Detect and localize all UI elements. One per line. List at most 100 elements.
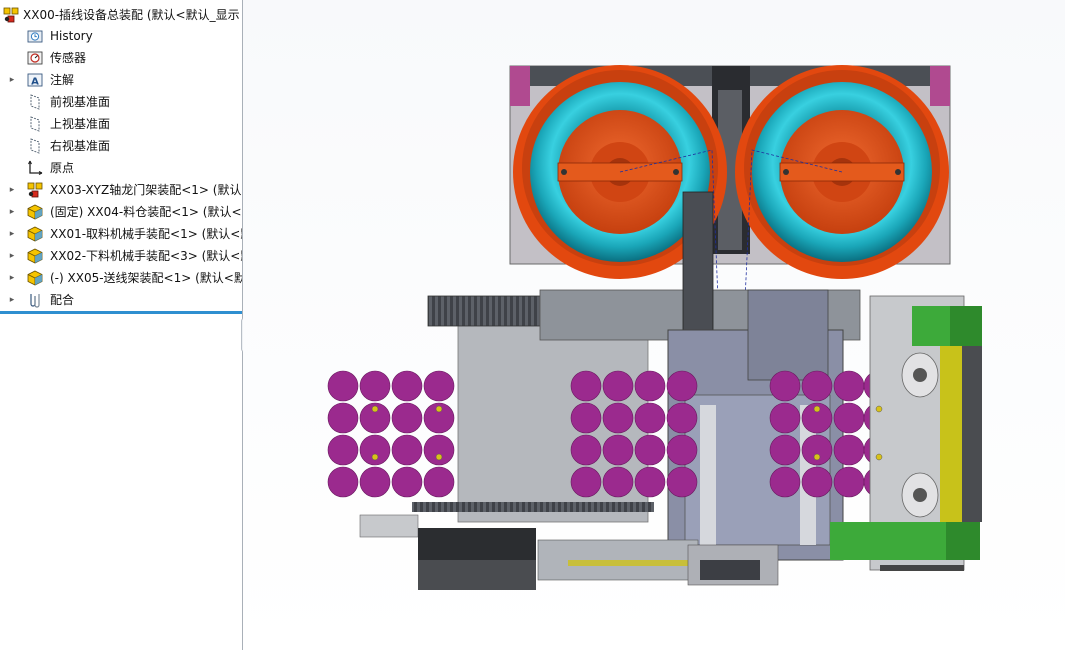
coil-roll (570, 370, 602, 402)
tree-item-label: (固定) XX04-料仓装配<1> (默认<默 (50, 205, 243, 219)
tree-item-xx04[interactable]: ▸ (固定) XX04-料仓装配<1> (默认<默 (0, 201, 242, 223)
coil-roll (666, 402, 698, 434)
tree-item-history[interactable]: History (0, 25, 242, 47)
coil-roll (666, 434, 698, 466)
coil-roll (570, 466, 602, 498)
coil-roll (327, 402, 359, 434)
coil-roll (769, 434, 801, 466)
coil-roll (801, 370, 833, 402)
graphics-viewport[interactable] (243, 0, 1065, 650)
tree-item-sensors[interactable]: 传感器 (0, 47, 242, 69)
tree-item-label: XX01-取料机械手装配<1> (默认<默 (50, 227, 243, 241)
coil-roll (391, 370, 423, 402)
coil-roll (359, 370, 391, 402)
coil-roll (634, 402, 666, 434)
subassembly-icon (27, 270, 43, 286)
coil-roll (391, 434, 423, 466)
coil-roll (602, 466, 634, 498)
subassembly-icon (27, 204, 43, 220)
history-folder-icon (27, 30, 43, 43)
coil-roll (391, 466, 423, 498)
coil-roll (634, 466, 666, 498)
coil-roll (602, 402, 634, 434)
coil-roll (570, 402, 602, 434)
expand-arrow-icon[interactable]: ▸ (7, 289, 17, 311)
annotation-icon: A (27, 73, 43, 88)
gripper-marker (813, 405, 821, 413)
coil-roll (769, 466, 801, 498)
tree-item-top-plane[interactable]: 上视基准面 (0, 113, 242, 135)
coil-roll (833, 370, 865, 402)
plane-icon (30, 94, 40, 110)
gripper-marker (435, 405, 443, 413)
gripper-marker (435, 453, 443, 461)
coil-roll (602, 370, 634, 402)
tree-root-label: XX00-插线设备总装配 (默认<默认_显示 (23, 8, 240, 22)
tree-item-label: 前视基准面 (50, 95, 111, 109)
gripper-marker (371, 453, 379, 461)
tree-item-label: 注解 (50, 73, 75, 87)
coil-roll (634, 370, 666, 402)
assembly-icon (27, 182, 43, 198)
coil-roll (666, 370, 698, 402)
tree-item-right-plane[interactable]: 右视基准面 (0, 135, 242, 157)
tree-item-label: 原点 (50, 161, 75, 175)
tree-item-xx05[interactable]: ▸ (-) XX05-送线架装配<1> (默认<默 (0, 267, 242, 289)
coil-roll (801, 466, 833, 498)
tree-root-assembly[interactable]: XX00-插线设备总装配 (默认<默认_显示 (0, 4, 242, 26)
coil-roll (423, 434, 455, 466)
coil-roll (327, 370, 359, 402)
expand-arrow-icon[interactable]: ▸ (7, 245, 17, 267)
coil-roll (801, 434, 833, 466)
coil-roll (570, 434, 602, 466)
coil-roll (359, 466, 391, 498)
tree-item-label: 右视基准面 (50, 139, 111, 153)
gripper-marker (875, 453, 883, 461)
assembly-model (327, 65, 982, 590)
coil-roll (634, 434, 666, 466)
coil-roll (327, 466, 359, 498)
coil-roll (327, 434, 359, 466)
coil-roll (769, 370, 801, 402)
tree-item-label: XX03-XYZ轴龙门架装配<1> (默认< (50, 183, 243, 197)
expand-arrow-icon[interactable]: ▸ (7, 267, 17, 289)
tree-selection-bar (0, 311, 242, 314)
coil-roll (602, 434, 634, 466)
expand-arrow-icon[interactable]: ▸ (7, 223, 17, 245)
sensor-icon (27, 51, 43, 65)
tree-item-annotations[interactable]: ▸ A 注解 (0, 69, 242, 91)
svg-text:A: A (31, 77, 39, 88)
origin-icon (28, 160, 43, 175)
coil-roll (833, 434, 865, 466)
assembly-icon (3, 7, 19, 23)
subassembly-icon (27, 248, 43, 264)
gripper-marker (371, 405, 379, 413)
coil-roll (359, 434, 391, 466)
tree-item-xx02[interactable]: ▸ XX02-下料机械手装配<3> (默认<默 (0, 245, 242, 267)
plane-icon (30, 138, 40, 154)
coil-roll (769, 402, 801, 434)
tree-item-label: History (50, 29, 93, 43)
tree-item-label: 配合 (50, 293, 75, 307)
coil-roll (391, 402, 423, 434)
tree-item-front-plane[interactable]: 前视基准面 (0, 91, 242, 113)
tree-item-label: 上视基准面 (50, 117, 111, 131)
subassembly-icon (27, 226, 43, 242)
tree-item-label: 传感器 (50, 51, 87, 65)
tree-item-xx01[interactable]: ▸ XX01-取料机械手装配<1> (默认<默 (0, 223, 242, 245)
coil-roll (833, 466, 865, 498)
expand-arrow-icon[interactable]: ▸ (7, 69, 17, 91)
coil-roll (423, 466, 455, 498)
plane-icon (30, 116, 40, 132)
gripper-marker (813, 453, 821, 461)
tree-item-origin[interactable]: 原点 (0, 157, 242, 179)
gripper-marker (875, 405, 883, 413)
tree-item-xx03[interactable]: ▸ XX03-XYZ轴龙门架装配<1> (默认< (0, 179, 242, 201)
expand-arrow-icon[interactable]: ▸ (7, 201, 17, 223)
expand-arrow-icon[interactable]: ▸ (7, 179, 17, 201)
coil-roll (423, 370, 455, 402)
mates-icon (30, 294, 40, 308)
tree-item-label: XX02-下料机械手装配<3> (默认<默 (50, 249, 243, 263)
coil-roll (666, 466, 698, 498)
tree-item-mates[interactable]: ▸ 配合 (0, 289, 242, 311)
